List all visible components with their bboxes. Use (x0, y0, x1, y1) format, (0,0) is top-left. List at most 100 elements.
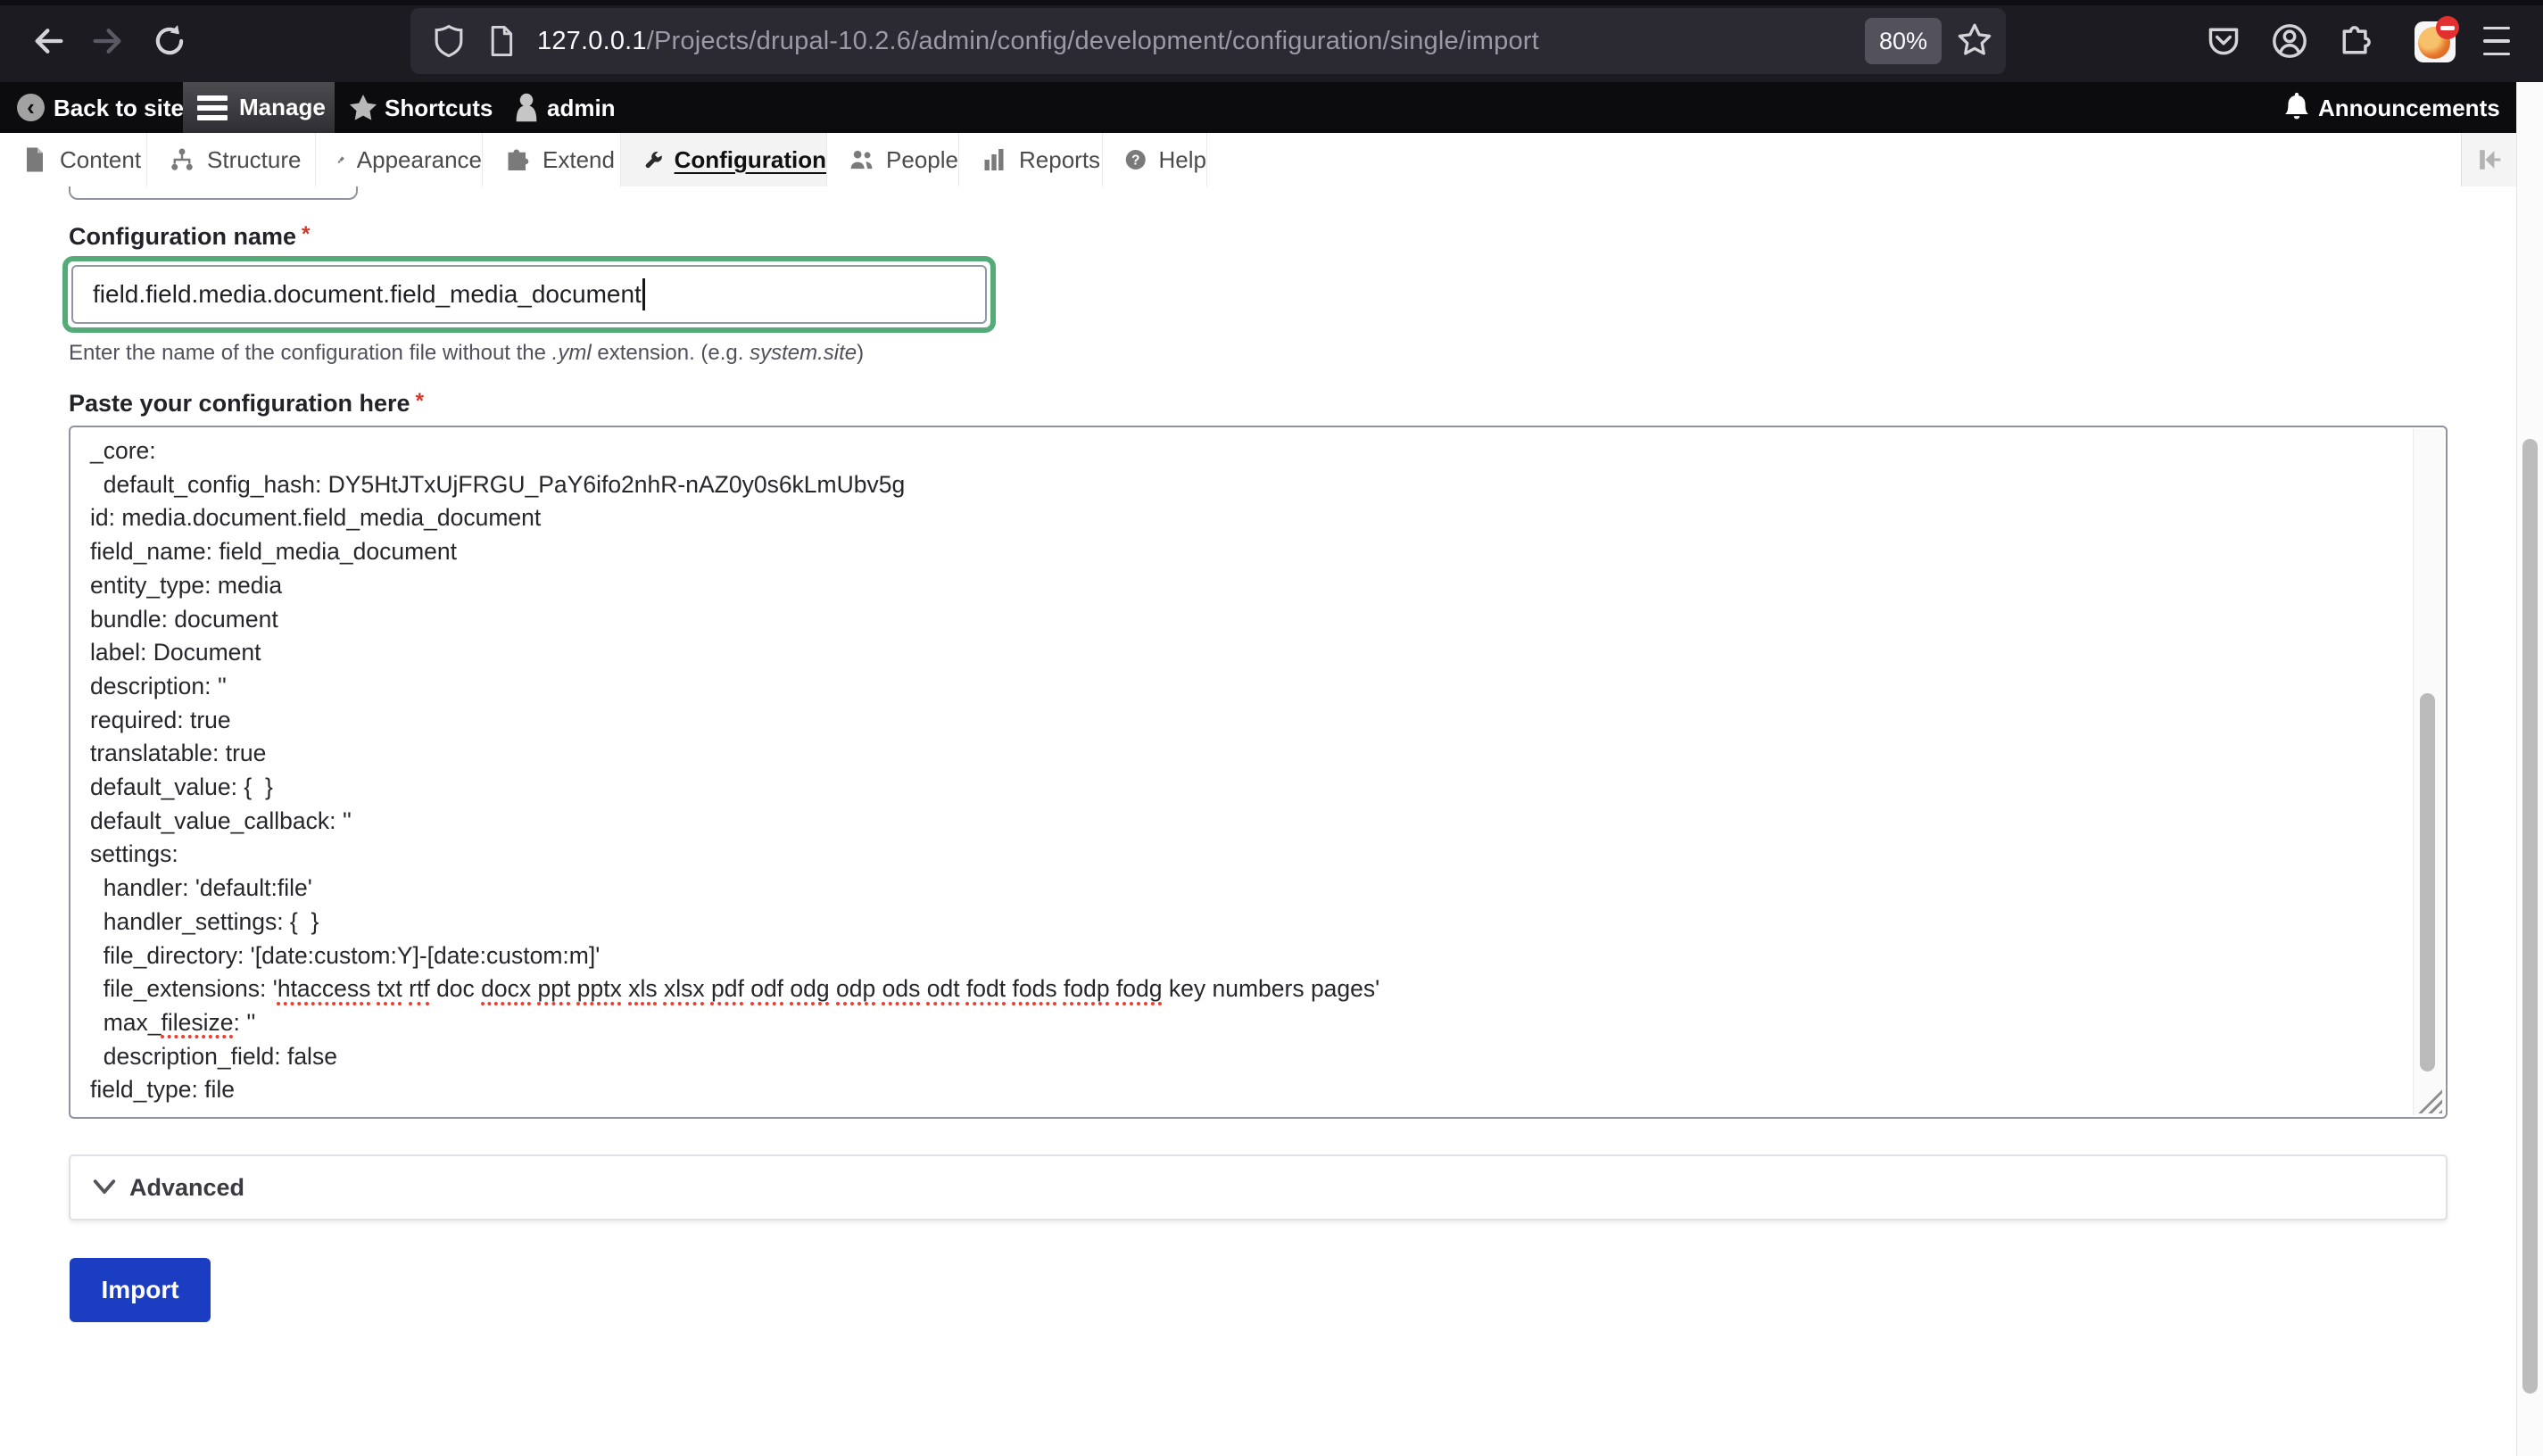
menu-item-label: Configuration (675, 146, 826, 174)
back-to-site-link[interactable]: Back to site (54, 95, 184, 122)
import-button[interactable]: Import (70, 1258, 211, 1322)
menu-item-people[interactable]: People (827, 133, 959, 186)
menu-item-structure[interactable]: Structure (147, 133, 316, 186)
yaml-line: field_type: file (90, 1073, 2406, 1107)
menu-item-label: Structure (207, 146, 302, 174)
menu-item-label: Extend (543, 146, 615, 174)
yaml-content: _core: default_config_hash: DY5HtJTxUjFR… (90, 434, 2406, 1107)
partial-select-element[interactable] (69, 186, 358, 200)
menu-item-help[interactable]: ? Help (1103, 133, 1207, 186)
configuration-textarea[interactable]: _core: default_config_hash: DY5HtJTxUjFR… (69, 426, 2448, 1119)
brush-icon (337, 146, 345, 173)
menu-item-reports[interactable]: Reports (959, 133, 1103, 186)
window-scrollbar-thumb[interactable] (2522, 439, 2538, 1394)
page-content: Configuration name* field.field.media.do… (0, 186, 2516, 1456)
help-text-end: ) (857, 341, 864, 365)
menu-item-label: Content (60, 146, 141, 174)
forward-arrow-icon (89, 23, 125, 59)
zoom-level-badge[interactable]: 80% (1865, 18, 1942, 64)
yaml-line: translatable: true (90, 737, 2406, 771)
barchart-icon (981, 146, 1007, 173)
help-text-mid: extension. (e.g. (592, 341, 750, 365)
menu-item-content[interactable]: Content (0, 133, 147, 186)
paste-configuration-label-text: Paste your configuration here (69, 390, 410, 417)
menu-item-configuration[interactable]: Configuration (621, 133, 827, 186)
wrench-icon (642, 145, 663, 174)
page-info-icon[interactable] (485, 25, 518, 57)
yaml-line: default_config_hash: DY5HtJTxUjFRGU_PaY6… (90, 468, 2406, 502)
pocket-icon (2206, 23, 2241, 59)
tab-strip (0, 0, 2543, 5)
yaml-line: description: '' (90, 670, 2406, 704)
user-icon (510, 91, 543, 125)
menu-item-label: Reports (1019, 146, 1100, 174)
yaml-line: handler_settings: { } (90, 906, 2406, 939)
configuration-name-label-text: Configuration name (69, 223, 296, 250)
admin-menu-bar: Content Structure Appearance Extend (0, 133, 2516, 188)
menu-item-label: Help (1159, 146, 1206, 174)
yaml-line: max_filesize: '' (90, 1006, 2406, 1040)
yaml-line: id: media.document.field_media_document (90, 501, 2406, 535)
manage-menu-icon (197, 91, 228, 125)
yaml-line: file_directory: '[date:custom:Y]-[date:c… (90, 939, 2406, 973)
textarea-scrollbar[interactable] (2413, 429, 2444, 1115)
yaml-line: settings: (90, 838, 2406, 872)
yaml-line: default_value_callback: '' (90, 805, 2406, 839)
user-link[interactable]: admin (547, 95, 616, 122)
url-host: 127.0.0.1 (537, 27, 647, 55)
manage-label: Manage (239, 94, 326, 121)
yaml-line: entity_type: media (90, 569, 2406, 603)
shield-permissions-icon[interactable] (432, 24, 466, 58)
browser-window: 127.0.0.1/Projects/drupal-10.2.6/admin/c… (0, 0, 2543, 1456)
collapse-left-icon (2474, 145, 2505, 175)
configuration-name-value: field.field.media.document.field_media_d… (93, 280, 642, 309)
url-bar[interactable]: 127.0.0.1/Projects/drupal-10.2.6/admin/c… (410, 8, 2006, 74)
app-menu-button[interactable] (2475, 20, 2518, 62)
account-button[interactable] (2268, 20, 2311, 62)
menu-item-extend[interactable]: Extend (483, 133, 621, 186)
account-icon (2271, 22, 2308, 60)
help-yml: .yml (552, 341, 592, 365)
text-cursor (642, 278, 645, 310)
window-scrollbar[interactable] (2516, 82, 2543, 1456)
admin-toolbar: ‹ Back to site Manage Shortcuts admin An… (0, 82, 2516, 133)
extension-badge-button[interactable] (2415, 16, 2464, 66)
shortcuts-link[interactable]: Shortcuts (385, 95, 493, 122)
back-arrow-icon (31, 23, 67, 59)
yaml-line: _core: (90, 434, 2406, 468)
paste-configuration-label: Paste your configuration here* (69, 389, 424, 418)
sitemap-icon (169, 146, 195, 173)
pocket-button[interactable] (2202, 20, 2245, 62)
required-marker: * (416, 389, 424, 413)
yaml-line: bundle: document (90, 603, 2406, 637)
advanced-label: Advanced (129, 1174, 244, 1202)
menu-bar-1 (2483, 27, 2510, 30)
reload-button[interactable] (150, 21, 189, 61)
bookmark-button[interactable] (1956, 21, 1993, 59)
yaml-line: field_name: field_media_document (90, 535, 2406, 569)
extensions-button[interactable] (2334, 20, 2377, 62)
configuration-name-input[interactable]: field.field.media.document.field_media_d… (71, 265, 987, 324)
configuration-name-label: Configuration name* (69, 222, 310, 251)
yaml-line: default_value: { } (90, 771, 2406, 805)
announcements-link[interactable]: Announcements (2318, 95, 2500, 122)
yaml-line: file_extensions: 'htaccess txt rtf doc d… (90, 972, 2406, 1006)
manage-tab[interactable]: Manage (183, 82, 335, 133)
blocked-badge-icon (2436, 16, 2459, 39)
yaml-line: label: Document (90, 636, 2406, 670)
extensions-puzzle-icon (2338, 23, 2373, 59)
yaml-line: required: true (90, 704, 2406, 738)
chevron-down-icon (92, 1177, 117, 1198)
yaml-line: handler: 'default:file' (90, 872, 2406, 906)
textarea-scrollbar-thumb[interactable] (2420, 693, 2435, 1071)
help-example: system.site (750, 341, 857, 365)
advanced-section[interactable]: Advanced (69, 1154, 2448, 1220)
people-icon (849, 146, 874, 173)
menu-item-label: Appearance (357, 146, 482, 174)
menu-bar-2 (2483, 39, 2510, 43)
help-text: Enter the name of the configuration file… (69, 341, 552, 365)
menu-item-appearance[interactable]: Appearance (316, 133, 483, 186)
back-button[interactable] (29, 21, 69, 61)
toolbar-orientation-toggle[interactable] (2461, 133, 2517, 186)
forward-button[interactable] (87, 21, 127, 61)
